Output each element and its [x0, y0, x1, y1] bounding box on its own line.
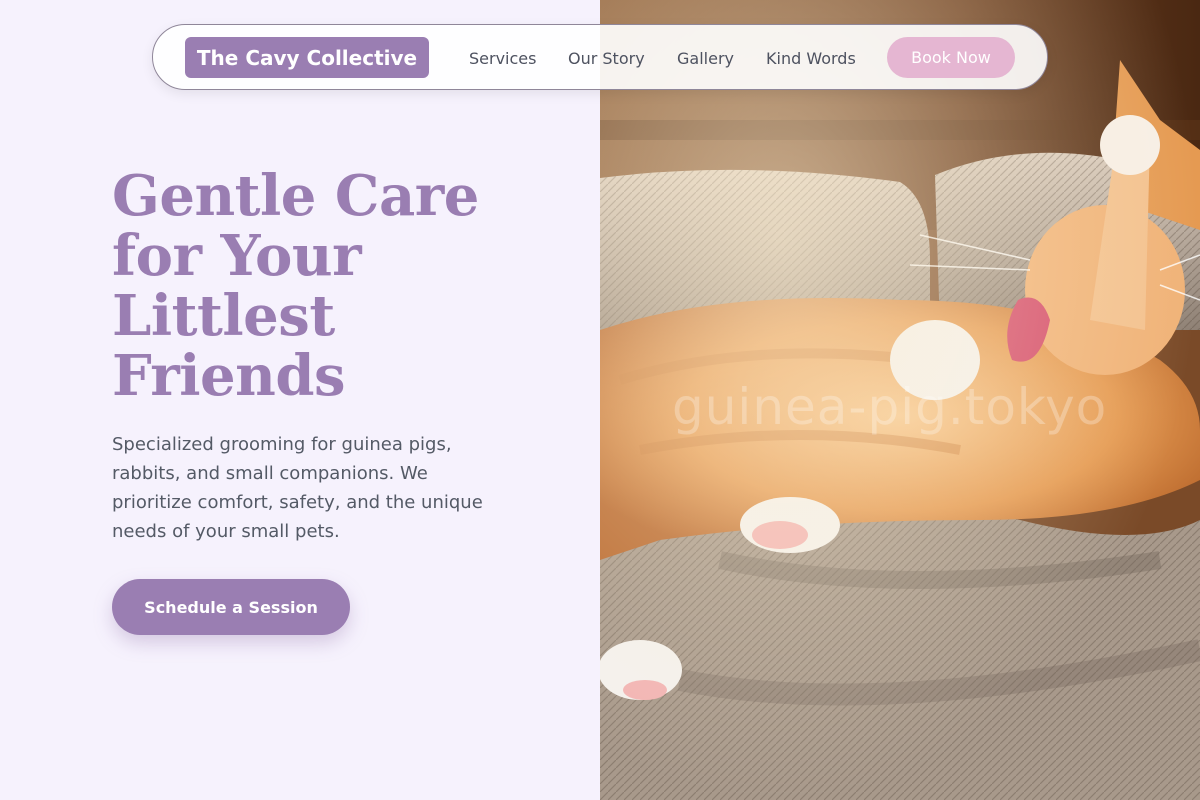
page: Gentle Care for Your Littlest Friends Sp… [0, 0, 1200, 800]
nav-link-gallery[interactable]: Gallery [677, 49, 734, 68]
hero-title-line: Friends [112, 343, 346, 409]
hero-section: Gentle Care for Your Littlest Friends Sp… [0, 0, 600, 800]
hero-title-line: Littlest [112, 283, 335, 349]
nav-link-our-story[interactable]: Our Story [568, 49, 645, 68]
schedule-session-button[interactable]: Schedule a Session [112, 579, 350, 635]
watermark-text: guinea-pig.tokyo [672, 378, 1108, 436]
nav-link-kind-words[interactable]: Kind Words [766, 49, 856, 68]
book-now-button[interactable]: Book Now [887, 37, 1015, 78]
hero-title-line: Gentle Care [112, 163, 479, 229]
nav-link-services[interactable]: Services [469, 49, 536, 68]
hero-photo: guinea-pig.tokyo [600, 0, 1200, 800]
top-navigation: The Cavy Collective Services Our Story G… [152, 24, 1048, 90]
hero-title-line: for Your [112, 223, 362, 289]
hero-description: Specialized grooming for guinea pigs, ra… [112, 434, 483, 542]
brand-logo[interactable]: The Cavy Collective [185, 37, 429, 78]
hero-title: Gentle Care for Your Littlest Friends [112, 166, 552, 406]
